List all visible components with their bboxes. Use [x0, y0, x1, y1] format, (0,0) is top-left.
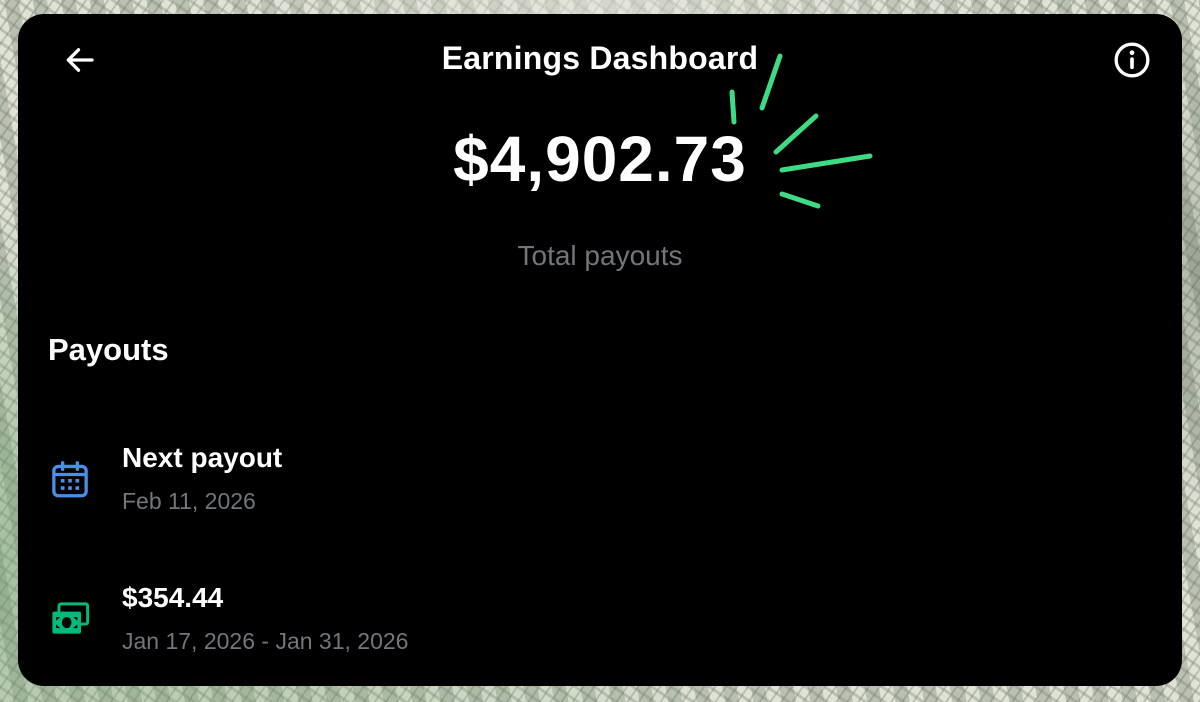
info-button[interactable] — [1112, 40, 1152, 80]
payout-period: Jan 17, 2026 - Jan 31, 2026 — [122, 628, 409, 654]
page-title: Earnings Dashboard — [441, 40, 759, 76]
total-payouts-label: Total payouts — [517, 240, 683, 271]
next-payout-row[interactable]: Next payout Feb 11, 2026 — [48, 440, 1152, 530]
earnings-dashboard-card: Earnings Dashboard $4,902.73 Total payou… — [18, 14, 1182, 686]
next-payout-date: Feb 11, 2026 — [122, 488, 256, 514]
payout-amount: $354.44 — [122, 582, 224, 613]
total-payouts-amount: $4,902.73 — [453, 123, 747, 195]
cash-icon — [52, 602, 90, 634]
payout-history-row[interactable]: $354.44 Jan 17, 2026 - Jan 31, 2026 — [48, 580, 1152, 670]
next-payout-title: Next payout — [122, 442, 283, 473]
calendar-icon — [52, 461, 88, 498]
info-circle-icon — [1114, 42, 1150, 78]
payouts-section-title: Payouts — [48, 332, 169, 367]
